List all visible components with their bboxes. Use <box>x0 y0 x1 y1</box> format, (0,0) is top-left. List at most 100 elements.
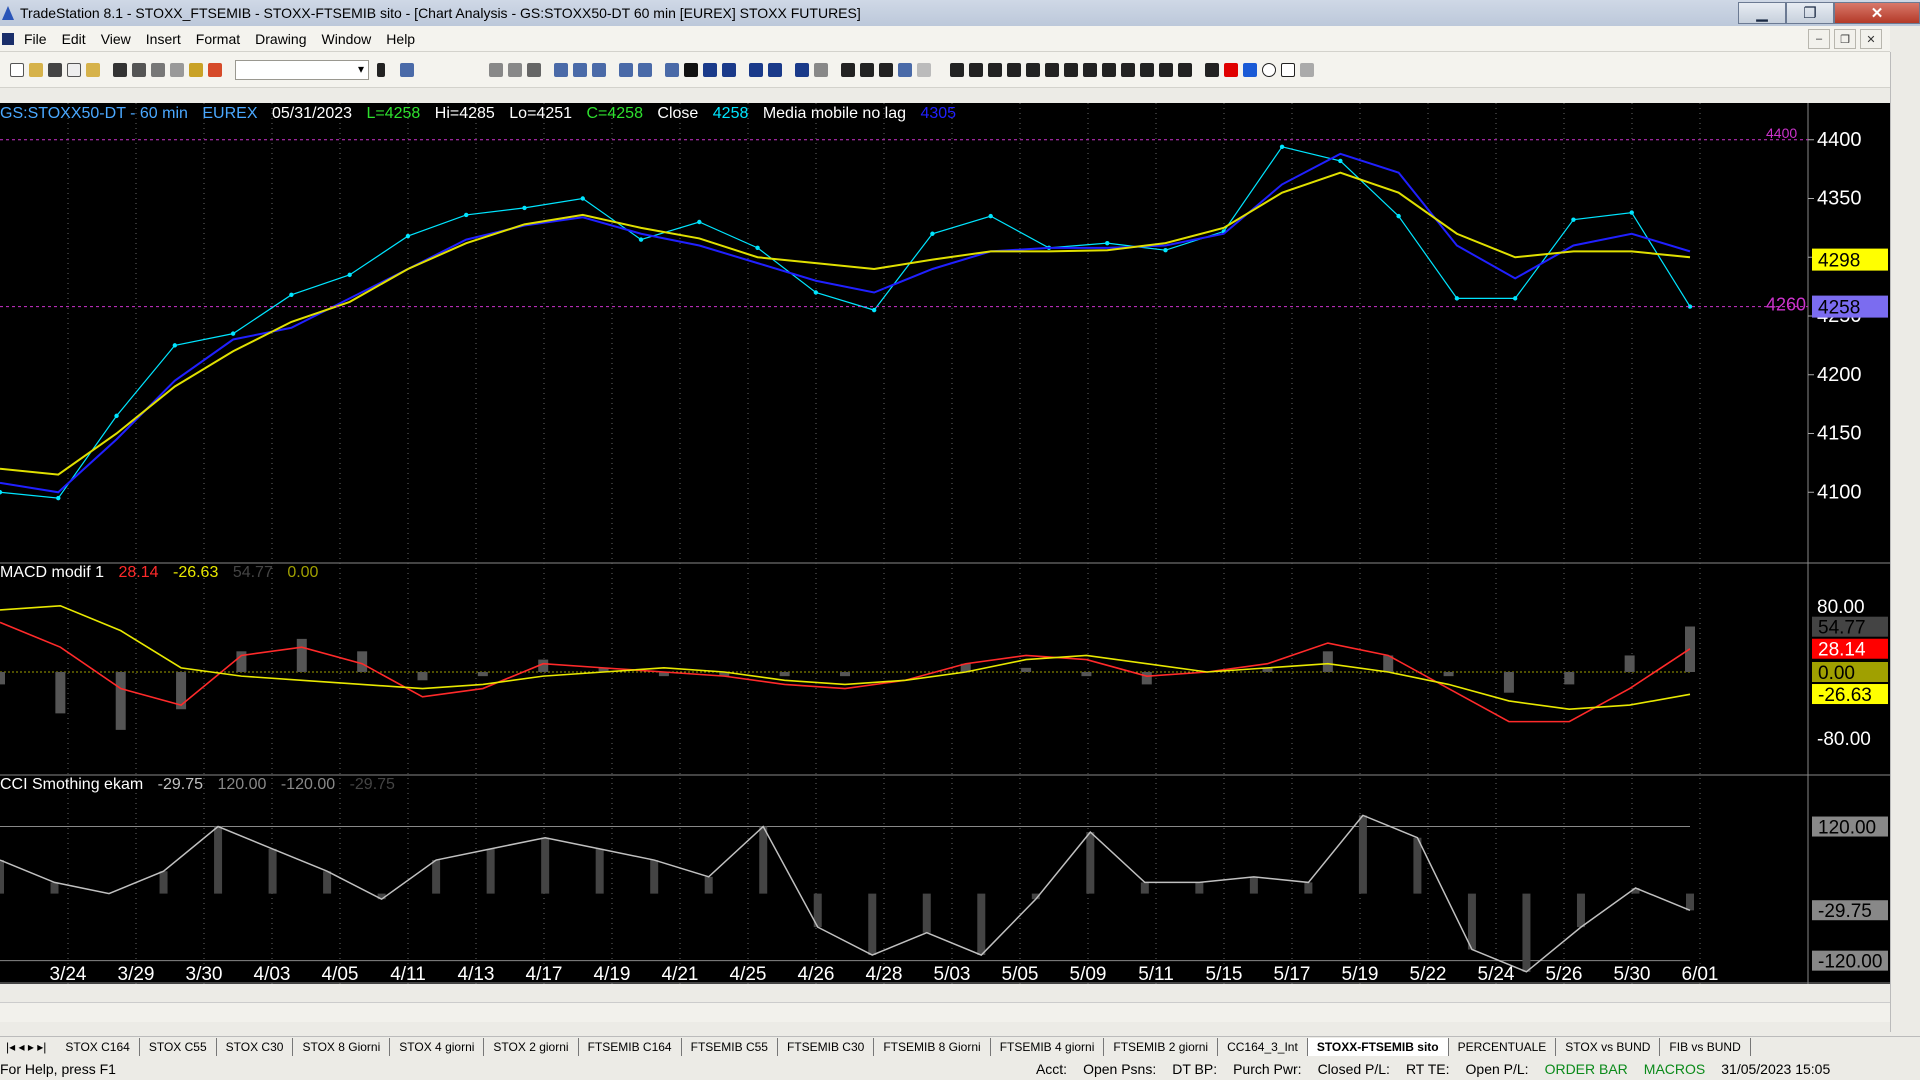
menu-view[interactable]: View <box>101 31 131 47</box>
symbol-combo[interactable] <box>235 59 369 80</box>
bar-spacing-decrease-icon[interactable] <box>749 62 763 77</box>
tab-ftsemib-8-giorni[interactable]: FTSEMIB 8 Giorni <box>874 1037 991 1056</box>
tab-stox-4-giorni[interactable]: STOX 4 giorni <box>390 1037 485 1056</box>
tab-fib-vs-bund[interactable]: FIB vs BUND <box>1660 1037 1751 1056</box>
chart-document-icon[interactable] <box>2 32 14 45</box>
chart-area[interactable]: 4400435043004250420041504100429842584260… <box>0 103 1890 984</box>
gann-fan-icon[interactable] <box>1064 62 1078 77</box>
tab-stox-vs-bund[interactable]: STOX vs BUND <box>1556 1037 1661 1056</box>
tab-ftsemib-c55[interactable]: FTSEMIB C55 <box>682 1037 778 1056</box>
horizontal-scrollbar[interactable] <box>0 1002 1890 1022</box>
globe-icon[interactable] <box>208 62 222 77</box>
curve-icon[interactable] <box>1205 62 1219 77</box>
tab-ftsemib-c30[interactable]: FTSEMIB C30 <box>778 1037 875 1056</box>
lookup-icon[interactable] <box>400 62 414 77</box>
maximize-button[interactable]: ❐ <box>1786 2 1834 24</box>
menu-edit[interactable]: Edit <box>62 31 86 47</box>
copy-icon[interactable] <box>170 62 184 77</box>
tab-stox-2-giorni[interactable]: STOX 2 giorni <box>484 1037 579 1056</box>
snap-icon[interactable] <box>917 62 931 77</box>
last-label: L=4258 <box>366 105 421 122</box>
cci-value-3: -120.00 <box>280 776 336 793</box>
print-preview-icon[interactable] <box>132 62 146 77</box>
print-icon[interactable] <box>113 62 127 77</box>
radar-icon[interactable] <box>508 62 522 77</box>
ellipse-icon[interactable] <box>1262 62 1276 77</box>
open-icon[interactable] <box>29 62 43 77</box>
open-workspace-icon[interactable] <box>86 62 100 77</box>
menu-drawing[interactable]: Drawing <box>255 31 306 47</box>
arc-icon[interactable] <box>1026 62 1040 77</box>
new-workspace-icon[interactable] <box>67 62 81 77</box>
minimize-button[interactable]: ▁ <box>1738 2 1786 24</box>
menu-format[interactable]: Format <box>196 31 240 47</box>
cci-name: CCI Smothing ekam <box>0 776 144 793</box>
menu-help[interactable]: Help <box>386 31 415 47</box>
menu-window[interactable]: Window <box>322 31 372 47</box>
mdi-restore-button[interactable]: ❐ <box>1834 29 1856 49</box>
date-tick-label: 4/05 <box>322 964 359 984</box>
tools-icon[interactable] <box>879 62 893 77</box>
scanner-icon[interactable] <box>554 62 568 77</box>
tab-ftsemib-c164[interactable]: FTSEMIB C164 <box>579 1037 682 1056</box>
close-point <box>0 490 3 495</box>
tab-cc164-3-int[interactable]: CC164_3_Int <box>1218 1037 1308 1056</box>
tab-ftsemib-2-giorni[interactable]: FTSEMIB 2 giorni <box>1104 1037 1219 1056</box>
fib-fan-icon[interactable] <box>1083 62 1097 77</box>
mdi-minimize-button[interactable]: – <box>1808 29 1830 49</box>
zoom-out-icon[interactable] <box>814 62 828 77</box>
menu-file[interactable]: File <box>24 31 47 47</box>
tab-ftsemib-4-giorni[interactable]: FTSEMIB 4 giorni <box>991 1037 1105 1056</box>
menu-insert[interactable]: Insert <box>146 31 181 47</box>
down-arrow-icon[interactable] <box>1224 62 1238 77</box>
paste-icon[interactable] <box>189 62 203 77</box>
bar-chart-icon[interactable] <box>684 62 698 77</box>
new-icon[interactable] <box>10 62 24 77</box>
tab-stoxx-ftsemib-sito[interactable]: STOXX-FTSEMIB sito <box>1307 1037 1449 1056</box>
chart-window-icon[interactable] <box>489 62 503 77</box>
tab-percentuale[interactable]: PERCENTUALE <box>1449 1037 1557 1056</box>
horizontal-lines-icon[interactable] <box>988 62 1002 77</box>
regression-channel-icon[interactable] <box>1159 62 1173 77</box>
matrix-icon[interactable] <box>527 62 541 77</box>
text-icon[interactable] <box>1300 62 1314 77</box>
pointer-icon[interactable] <box>841 62 855 77</box>
tab-stox-c55[interactable]: STOX C55 <box>140 1037 217 1056</box>
speed-lines-icon[interactable] <box>1045 62 1059 77</box>
data-window-icon[interactable] <box>898 62 912 77</box>
price-tick-label: 4150 <box>1817 423 1862 445</box>
analysis-icon[interactable] <box>665 62 679 77</box>
cut-icon[interactable] <box>151 62 165 77</box>
chart-properties-icon[interactable] <box>860 62 874 77</box>
bar-spacing-increase-icon[interactable] <box>768 62 782 77</box>
right-scrollbar[interactable] <box>1890 52 1920 1032</box>
candlestick-icon[interactable] <box>703 62 717 77</box>
tab-stox-c164[interactable]: STOX C164 <box>56 1037 140 1056</box>
fib-time-icon[interactable] <box>1121 62 1135 77</box>
mdi-close-button[interactable]: ✕ <box>1860 29 1882 49</box>
vertical-lines-icon[interactable] <box>969 62 983 77</box>
tab-stox-8-giorni[interactable]: STOX 8 Giorni <box>293 1037 391 1056</box>
tab-stox-c30[interactable]: STOX C30 <box>217 1037 294 1056</box>
fib-retracement-icon[interactable] <box>1102 62 1116 77</box>
play-arrow-icon[interactable] <box>377 62 385 77</box>
macros-button[interactable]: MACROS <box>1644 1061 1705 1077</box>
trendline-icon[interactable] <box>950 62 964 77</box>
optionstation-icon[interactable] <box>573 62 587 77</box>
up-arrow-icon[interactable] <box>1243 62 1257 77</box>
save-icon[interactable] <box>48 62 62 77</box>
ohlc-icon[interactable] <box>722 62 736 77</box>
order-bar-button[interactable]: ORDER BAR <box>1545 1061 1628 1077</box>
tab-nav-arrows[interactable]: |◂ ◂ ▸ ▸| <box>6 1040 46 1054</box>
channel-icon[interactable] <box>1007 62 1021 77</box>
strategy-icon[interactable] <box>638 62 652 77</box>
price-tick-label: 4400 <box>1817 129 1862 151</box>
andrews-pitchfork-icon[interactable] <box>1140 62 1154 77</box>
close-button[interactable]: ✕ <box>1834 2 1920 24</box>
workspace-icon[interactable] <box>592 62 606 77</box>
indicator-icon[interactable] <box>619 62 633 77</box>
rectangle-icon[interactable] <box>1281 62 1295 77</box>
pencil-icon[interactable] <box>1178 62 1192 77</box>
zoom-in-icon[interactable] <box>795 62 809 77</box>
chart-canvas[interactable]: 4400435043004250420041504100429842584260… <box>0 103 1890 984</box>
